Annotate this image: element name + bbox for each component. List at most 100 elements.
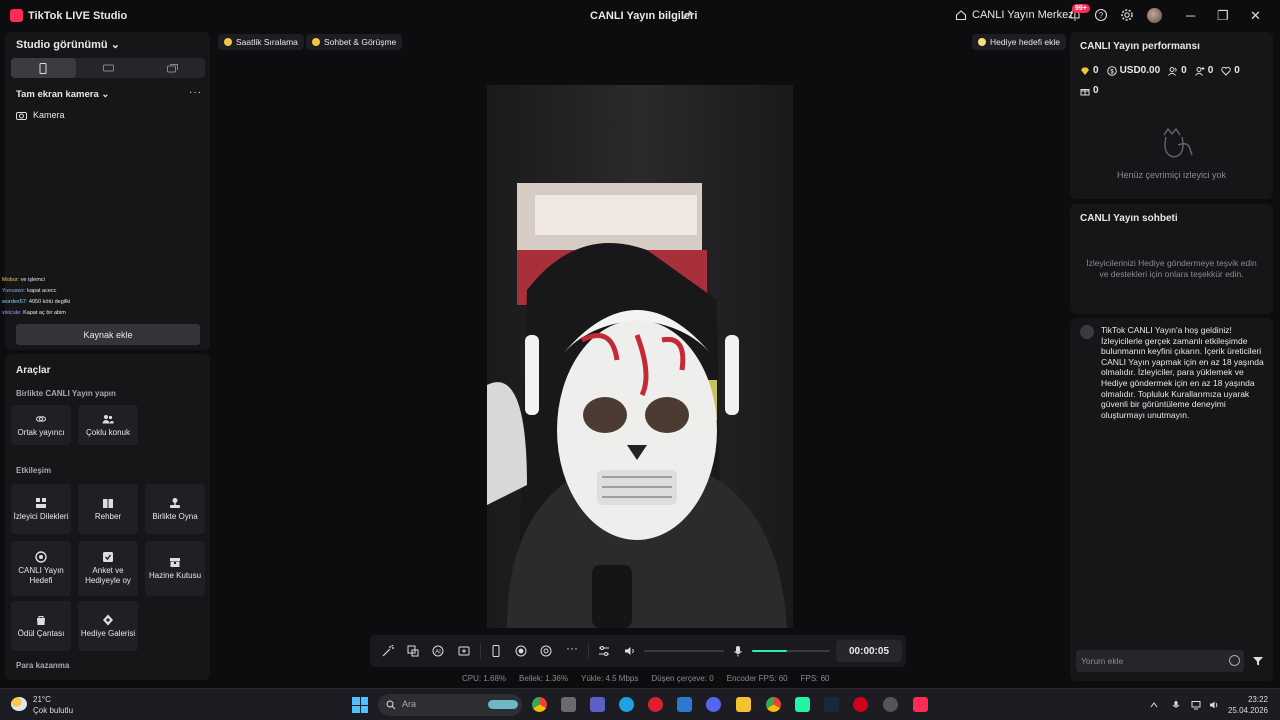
scene-title[interactable]: Tam ekran kamera ⌄ bbox=[16, 89, 109, 100]
settings-gear-icon[interactable] bbox=[1120, 8, 1134, 22]
users-icon bbox=[102, 414, 114, 423]
minimize-button[interactable]: ─ bbox=[1186, 8, 1195, 23]
chat-icon bbox=[312, 38, 320, 46]
help-icon[interactable]: ? bbox=[1094, 8, 1108, 22]
ranking-icon bbox=[224, 38, 232, 46]
add-gift-goal-button[interactable]: Hediye hedefi ekle bbox=[972, 34, 1066, 50]
add-source-button[interactable]: Kaynak ekle bbox=[16, 324, 200, 345]
tools-title: Araçlar bbox=[16, 365, 51, 376]
multi-guest-tool[interactable]: Çoklu konuk bbox=[78, 405, 138, 445]
network-icon[interactable] bbox=[1191, 700, 1201, 710]
poll-tool[interactable]: Anket ve Hediyeyle oy bbox=[78, 541, 138, 596]
start-button[interactable] bbox=[352, 697, 368, 713]
reward-bag-tool[interactable]: Ödül Çantası bbox=[11, 601, 71, 651]
share-icon[interactable] bbox=[682, 9, 694, 21]
performance-title: CANLI Yayın performansı bbox=[1080, 41, 1200, 52]
stream-timer: 00:00:05 bbox=[836, 640, 902, 662]
opera-icon[interactable] bbox=[648, 697, 663, 712]
edge-icon[interactable] bbox=[619, 697, 634, 712]
search-highlight-icon bbox=[488, 700, 518, 709]
hourly-ranking-button[interactable]: Saatlik Sıralama bbox=[218, 34, 304, 50]
co-host-tool[interactable]: Ortak yayıncı bbox=[11, 405, 71, 445]
teams-icon[interactable] bbox=[590, 697, 605, 712]
magic-wand-icon[interactable] bbox=[382, 645, 394, 657]
app-icon[interactable] bbox=[883, 697, 898, 712]
store-icon[interactable] bbox=[561, 697, 576, 712]
close-button[interactable]: ✕ bbox=[1250, 8, 1261, 24]
system-clock[interactable]: 23:22 25.04.2026 bbox=[1226, 694, 1268, 716]
viewers-icon bbox=[1168, 66, 1177, 76]
diamond-icon bbox=[1081, 67, 1089, 75]
media-player-icon[interactable] bbox=[853, 697, 868, 712]
separator bbox=[588, 643, 589, 659]
live-center-button[interactable]: CANLI Yayın Merkezi bbox=[955, 9, 1076, 21]
metric-earnings: $ USD0.00 bbox=[1106, 65, 1160, 76]
svg-text:AI: AI bbox=[435, 650, 441, 656]
audio-mixer-icon[interactable] bbox=[598, 645, 610, 657]
phone-orientation-icon[interactable] bbox=[490, 645, 502, 657]
windows-taskbar: 21°C Çok bulutlu Ara 23:22 25.04.2026 bbox=[0, 688, 1280, 720]
metric-followers: 0 bbox=[1194, 65, 1213, 76]
app-title: TikTok LIVE Studio bbox=[28, 10, 128, 22]
portrait-layout-button[interactable] bbox=[11, 58, 76, 78]
treasure-box-tool[interactable]: Hazine Kutusu bbox=[145, 541, 205, 596]
mic-tray-icon[interactable] bbox=[1171, 700, 1181, 710]
speaker-icon[interactable] bbox=[624, 645, 636, 657]
no-viewers-text: Henüz çevrimiçi izleyici yok bbox=[1116, 170, 1227, 180]
screenshot-icon[interactable] bbox=[540, 645, 552, 657]
joystick-icon bbox=[170, 497, 180, 508]
record-icon[interactable] bbox=[515, 645, 527, 657]
steam-icon[interactable] bbox=[824, 697, 839, 712]
live-goal-tool[interactable]: CANLI Yayın Hedefi bbox=[11, 541, 71, 596]
landscape-icon bbox=[102, 64, 114, 72]
gift-gallery-icon bbox=[103, 614, 113, 625]
user-avatar[interactable] bbox=[1147, 8, 1162, 23]
chrome-icon[interactable] bbox=[532, 697, 547, 712]
chevron-up-icon[interactable] bbox=[1149, 700, 1159, 710]
add-scene-icon[interactable] bbox=[458, 645, 470, 657]
tiktok-live-studio-taskbar-icon[interactable] bbox=[913, 697, 928, 712]
more-icon[interactable]: ··· bbox=[566, 641, 578, 655]
discord-icon[interactable] bbox=[706, 697, 721, 712]
camera-preview[interactable] bbox=[487, 85, 793, 628]
chevron-down-icon: ⌄ bbox=[110, 39, 120, 51]
ai-tools-icon[interactable]: AI bbox=[432, 645, 444, 657]
microphone-icon[interactable] bbox=[732, 645, 744, 657]
chrome-profile-icon[interactable] bbox=[766, 697, 781, 712]
camera-icon bbox=[16, 111, 27, 120]
source-camera[interactable]: Kamera bbox=[16, 110, 65, 120]
file-explorer-icon[interactable] bbox=[736, 697, 751, 712]
book-icon bbox=[103, 498, 113, 508]
emoji-icon[interactable] bbox=[1229, 655, 1240, 666]
chat-overlay: Mobur: ve işlemci Yunuswz: kapat acecc w… bbox=[2, 275, 70, 319]
microphone-level-slider[interactable] bbox=[752, 650, 830, 652]
gift-gallery-tool[interactable]: Hediye Galerisi bbox=[78, 601, 138, 651]
chat-and-calls-button[interactable]: Sohbet & Görüşme bbox=[306, 34, 403, 50]
stat-dropped-frames: Düşen çerçeve: 0 bbox=[651, 674, 714, 683]
mail-icon[interactable] bbox=[677, 697, 692, 712]
speaker-volume-slider[interactable] bbox=[644, 650, 724, 652]
volume-icon[interactable] bbox=[1209, 700, 1219, 710]
streaming-app-icon[interactable] bbox=[795, 697, 810, 712]
comment-input[interactable]: Yorum ekle bbox=[1076, 650, 1244, 672]
landscape-layout-button[interactable] bbox=[76, 58, 141, 78]
viewer-requests-tool[interactable]: İzleyici Dilekleri bbox=[11, 484, 71, 534]
layout-effects-icon[interactable] bbox=[407, 645, 419, 657]
guide-tool[interactable]: Rehber bbox=[78, 484, 138, 534]
weather-widget[interactable]: 21°C Çok bulutlu bbox=[33, 694, 73, 716]
scene-panel: Studio görünümü ⌄ Tam ekran kamera ⌄ ···… bbox=[2, 32, 210, 350]
more-options-icon[interactable]: ··· bbox=[189, 87, 202, 98]
microphone-level-fill bbox=[752, 650, 788, 652]
welcome-message: TikTok CANLI Yayın'a hoş geldiniz! İzley… bbox=[1101, 325, 1264, 420]
treasure-box-icon bbox=[170, 558, 180, 567]
stream-control-bar: AI ··· 00:00:05 bbox=[370, 635, 906, 667]
empty-viewers-illustration bbox=[1163, 127, 1193, 158]
maximize-button[interactable]: ❐ bbox=[1217, 8, 1229, 24]
dual-layout-button[interactable] bbox=[140, 58, 205, 78]
overlay-message: Yunuswz: kapat acecc bbox=[2, 288, 57, 294]
filter-icon[interactable] bbox=[1252, 655, 1264, 667]
heart-icon bbox=[1221, 66, 1231, 76]
play-together-tool[interactable]: Birlikte Oyna bbox=[145, 484, 205, 534]
studio-view-dropdown[interactable]: Studio görünümü ⌄ bbox=[16, 38, 120, 51]
lightbulb-icon bbox=[978, 38, 986, 46]
